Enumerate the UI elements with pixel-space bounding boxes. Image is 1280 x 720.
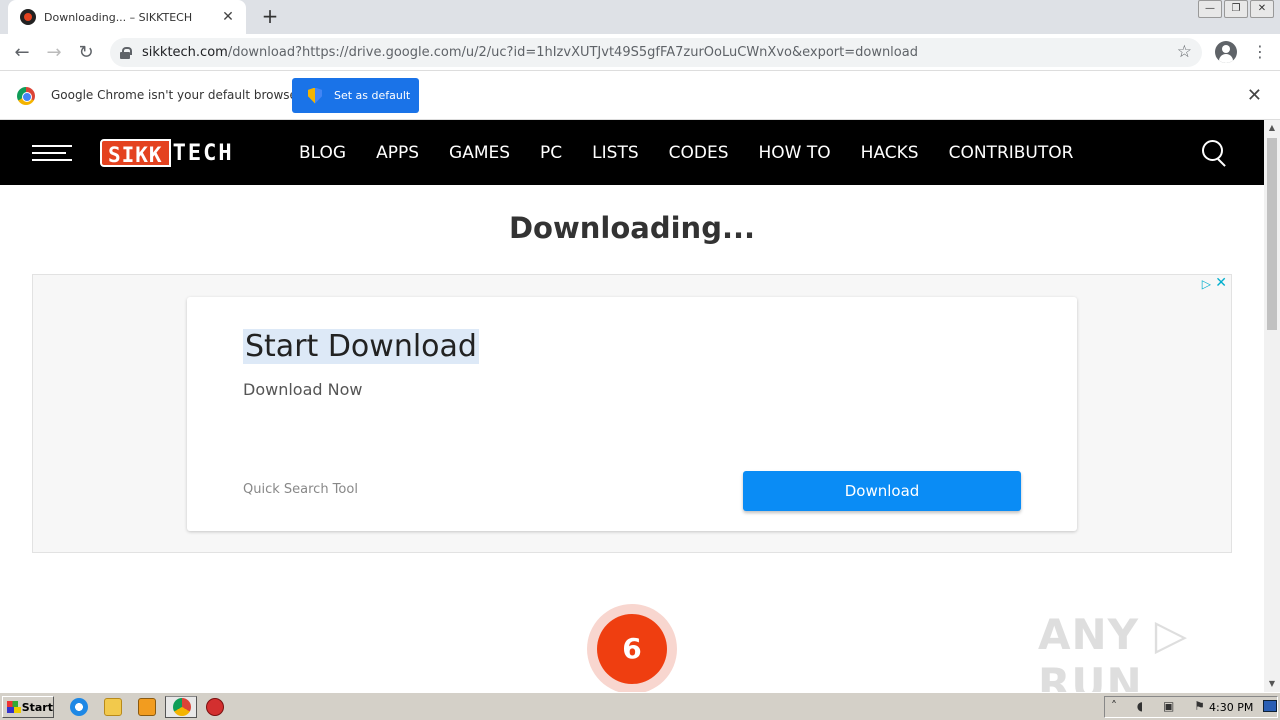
anyrun-watermark: ANY ▷ RUN [1038,610,1188,692]
url-host: sikktech.com [142,45,228,60]
tray-icons[interactable]: ˄ ◖ ▣ ⚑ [1111,699,1213,713]
forward-button[interactable]: → [41,40,67,66]
nav-pc[interactable]: PC [540,143,562,163]
uac-shield-icon [308,87,322,104]
countdown-timer: 6 [587,604,677,692]
nav-blog[interactable]: BLOG [299,143,346,163]
ad-download-button[interactable]: Download [743,471,1021,511]
tab-strip: Downloading... – SIKKTECH ✕ + — ❐ ✕ [0,0,1280,34]
internet-explorer-icon[interactable] [70,698,88,716]
page-viewport: SIKK TECH BLOG APPS GAMES PC LISTS CODES… [0,120,1264,692]
start-button[interactable]: Start [2,696,54,718]
nav-contributor[interactable]: CONTRIBUTOR [949,143,1074,163]
windows-taskbar: Start ˄ ◖ ▣ ⚑ 4:30 PM [0,692,1280,720]
site-nav: BLOG APPS GAMES PC LISTS CODES HOW TO HA… [299,120,1103,185]
reload-button[interactable]: ↻ [73,40,99,66]
ad-close-icon[interactable]: ✕ [1215,275,1227,291]
chrome-logo-icon [17,87,35,105]
nav-apps[interactable]: APPS [376,143,419,163]
site-header: SIKK TECH BLOG APPS GAMES PC LISTS CODES… [0,120,1264,185]
ad-subline: Download Now [243,380,363,399]
windows-logo-icon [7,701,21,713]
screen: Downloading... – SIKKTECH ✕ + — ❐ ✕ ← → … [0,0,1280,720]
taskbar-chrome-button[interactable] [165,696,197,718]
start-label: Start [21,700,53,714]
taskbar-clock[interactable]: 4:30 PM [1209,701,1253,714]
site-favicon-icon [20,9,36,25]
scroll-thumb[interactable] [1267,138,1277,330]
nav-hacks[interactable]: HACKS [861,143,919,163]
opera-icon[interactable] [206,698,224,716]
browser-menu-icon[interactable]: ⋮ [1252,42,1268,62]
back-button[interactable]: ← [9,40,35,66]
ad-banner[interactable]: ▷ ✕ Start Download Download Now Quick Se… [32,274,1232,553]
nav-lists[interactable]: LISTS [592,143,638,163]
nav-codes[interactable]: CODES [669,143,729,163]
nav-how-to[interactable]: HOW TO [759,143,831,163]
bookmark-star-icon[interactable]: ☆ [1177,42,1192,62]
chrome-taskbar-icon [173,698,191,716]
logo-tech: TECH [172,140,234,166]
search-icon[interactable] [1202,140,1228,166]
adchoices-icon[interactable]: ▷ [1202,277,1211,291]
ad-card[interactable]: Start Download Download Now Quick Search… [187,297,1077,531]
browser-tab-active[interactable]: Downloading... – SIKKTECH ✕ [8,0,246,34]
restore-button[interactable]: ❐ [1224,0,1248,18]
url-text[interactable]: sikktech.com/download?https://drive.goog… [142,45,918,60]
countdown-value: 6 [597,614,667,684]
tab-title: Downloading... – SIKKTECH [44,10,193,24]
file-explorer-icon[interactable] [104,698,122,716]
nav-games[interactable]: GAMES [449,143,510,163]
hamburger-menu-icon[interactable] [32,145,72,161]
browser-toolbar: ← → ↻ sikktech.com/download?https://driv… [0,34,1280,71]
infobar-message: Google Chrome isn't your default browser [51,88,302,102]
lock-icon[interactable] [120,46,132,59]
page-scrollbar[interactable]: ▲ ▼ [1264,120,1280,692]
url-path: /download?https://drive.google.com/u/2/u… [227,45,918,60]
default-browser-infobar: Google Chrome isn't your default browser… [0,71,1280,120]
ad-source: Quick Search Tool [243,482,358,497]
address-bar[interactable]: sikktech.com/download?https://drive.goog… [110,38,1202,67]
new-tab-button[interactable]: + [258,6,282,28]
logo-sikk: SIKK [100,139,171,167]
scroll-down-arrow-icon[interactable]: ▼ [1264,678,1280,690]
show-desktop-icon[interactable] [1263,700,1277,712]
tab-close-icon[interactable]: ✕ [220,9,236,25]
page-title: Downloading... [508,211,756,245]
minimize-button[interactable]: — [1198,0,1222,18]
window-controls: — ❐ ✕ [1198,0,1274,18]
site-logo[interactable]: SIKK TECH [100,139,234,167]
system-tray: ˄ ◖ ▣ ⚑ 4:30 PM [1104,696,1278,718]
set-as-default-button[interactable]: Set as default [292,78,419,113]
infobar-close-icon[interactable]: ✕ [1247,85,1262,106]
ad-headline[interactable]: Start Download [243,329,479,364]
media-player-icon[interactable] [138,698,156,716]
profile-avatar-icon[interactable] [1215,41,1237,63]
window-close-button[interactable]: ✕ [1250,0,1274,18]
scroll-up-arrow-icon[interactable]: ▲ [1264,122,1280,134]
set-as-default-label: Set as default [334,89,411,102]
